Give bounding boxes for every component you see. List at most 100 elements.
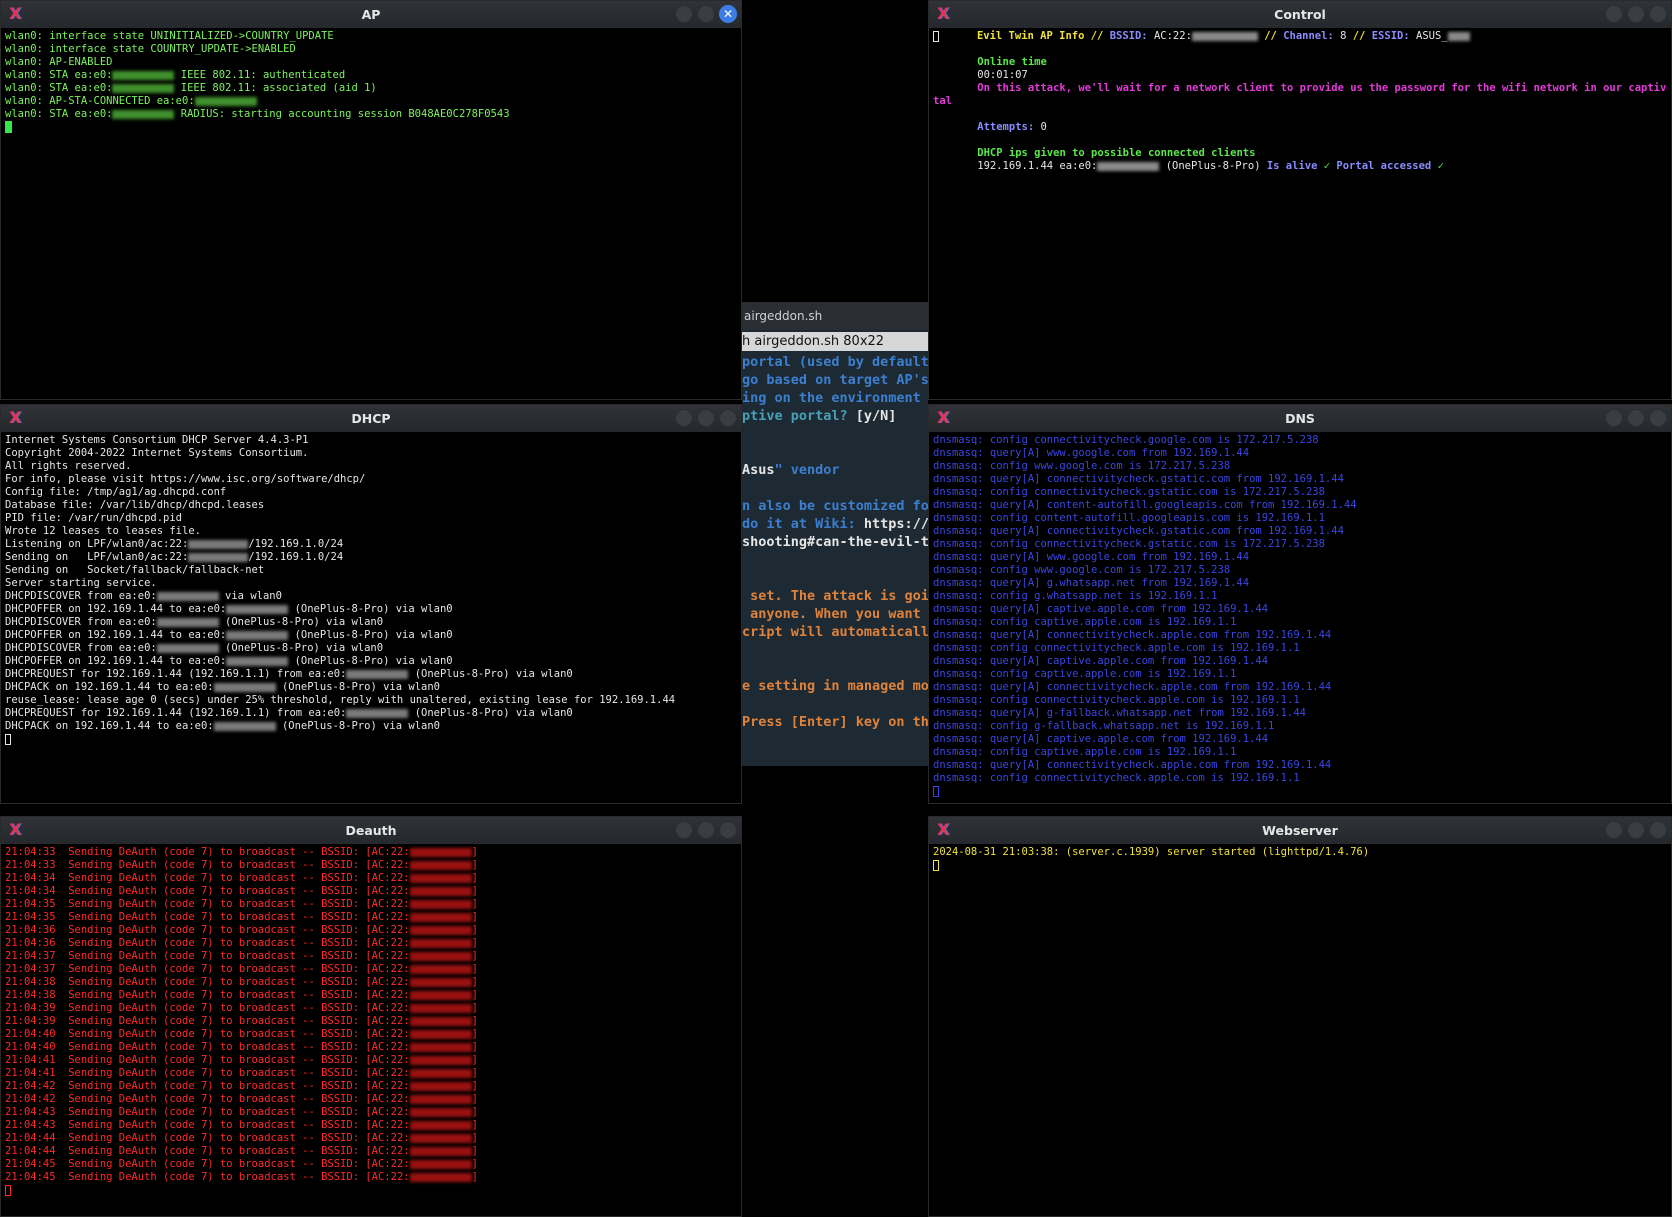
terminal-text: dnsmasq: query[A] connectivitycheck.gsta… xyxy=(933,525,1344,537)
deauth-message: Sending DeAuth (code 7) to broadcast -- … xyxy=(55,950,410,962)
dns-terminal-window[interactable]: X DNS dnsmasq: config connectivitycheck.… xyxy=(928,404,1672,804)
deauth-terminal-output: 21:04:33 Sending DeAuth (code 7) to broa… xyxy=(5,846,737,1214)
terminal-line: dnsmasq: config connectivitycheck.google… xyxy=(933,434,1667,447)
airgeddon-line: anyone. When you want t xyxy=(742,605,928,623)
redacted-mac xyxy=(112,70,175,80)
terminal-text: dnsmasq: config connectivitycheck.gstati… xyxy=(933,486,1325,498)
minimize-button[interactable] xyxy=(1605,5,1623,23)
deauth-message-end: ] xyxy=(471,1158,478,1170)
close-button[interactable] xyxy=(719,821,737,839)
minimize-button[interactable] xyxy=(675,821,693,839)
terminal-text: dnsmasq: config content-autofill.googlea… xyxy=(933,512,1325,524)
terminal-cursor xyxy=(5,733,11,745)
redacted-mac xyxy=(409,990,472,1000)
airgeddon-tab[interactable]: h airgeddon.sh 80x22 xyxy=(742,332,928,351)
control-titlebar[interactable]: X Control xyxy=(929,1,1671,28)
minimize-button[interactable] xyxy=(1605,821,1623,839)
airgeddon-line xyxy=(742,641,928,659)
deauth-message: Sending DeAuth (code 7) to broadcast -- … xyxy=(55,1067,410,1079)
redacted-mac xyxy=(112,83,175,93)
terminal-text: DHCPREQUEST for 192.169.1.44 (192.169.1.… xyxy=(5,668,347,680)
airgeddon-line: portal (used by default, xyxy=(742,353,928,371)
terminal-text: reuse_lease: lease age 0 (secs) under 25… xyxy=(5,694,676,706)
dhcp-titlebar[interactable]: X DHCP xyxy=(1,405,741,432)
dns-window-title: DNS xyxy=(1285,411,1315,426)
maximize-button[interactable] xyxy=(697,409,715,427)
maximize-button[interactable] xyxy=(1627,821,1645,839)
terminal-text: dnsmasq: query[A] captive.apple.com from… xyxy=(933,733,1269,745)
redacted-mac xyxy=(226,630,289,640)
close-button[interactable] xyxy=(719,409,737,427)
deauth-titlebar[interactable]: X Deauth xyxy=(1,817,741,844)
deauth-message-end: ] xyxy=(471,885,478,897)
airgeddon-text: cript will automatically xyxy=(742,624,928,640)
deauth-message: Sending DeAuth (code 7) to broadcast -- … xyxy=(55,1106,410,1118)
redacted-mac xyxy=(409,860,472,870)
redacted-mac xyxy=(346,669,409,679)
terminal-text: Evil Twin AP Info // xyxy=(976,30,1110,42)
deauth-timestamp: 21:04:45 xyxy=(5,1171,56,1183)
terminal-line: DHCPREQUEST for 192.169.1.44 (192.169.1.… xyxy=(5,668,737,681)
maximize-button[interactable] xyxy=(1627,409,1645,427)
terminal-text: DHCPDISCOVER from ea:e0: xyxy=(5,616,157,628)
close-button[interactable] xyxy=(1649,821,1667,839)
deauth-timestamp: 21:04:44 xyxy=(5,1145,56,1157)
minimize-button[interactable] xyxy=(1605,409,1623,427)
terminal-line: dnsmasq: query[A] connectivitycheck.appl… xyxy=(933,681,1667,694)
terminal-line: Evil Twin AP Info // BSSID: AC:22: // Ch… xyxy=(933,30,1667,43)
terminal-line: dnsmasq: config g.whatsapp.net is 192.16… xyxy=(933,590,1667,603)
terminal-line xyxy=(933,785,1667,798)
terminal-line: Copyright 2004-2022 Internet Systems Con… xyxy=(5,447,737,460)
ap-titlebar[interactable]: X AP ✕ xyxy=(1,1,741,28)
redacted-mac xyxy=(188,539,249,549)
dns-titlebar[interactable]: X DNS xyxy=(929,405,1671,432)
airgeddon-text: " vendor xyxy=(774,462,840,478)
deauth-message-end: ] xyxy=(471,937,478,949)
close-button[interactable] xyxy=(1649,5,1667,23)
terminal-text: BSSID: xyxy=(1109,30,1154,42)
airgeddon-text: ing on the environment a xyxy=(742,390,928,406)
deauth-line: 21:04:38 Sending DeAuth (code 7) to broa… xyxy=(5,976,737,989)
terminal-line: dnsmasq: query[A] connectivitycheck.appl… xyxy=(933,629,1667,642)
maximize-button[interactable] xyxy=(697,5,715,23)
redacted-mac xyxy=(1191,31,1258,41)
airgeddon-text: [y/N] xyxy=(855,408,897,424)
redacted-mac xyxy=(156,591,219,601)
control-terminal-window[interactable]: X Control Evil Twin AP Info // BSSID: AC… xyxy=(928,0,1672,400)
airgeddon-text: https://g xyxy=(863,516,928,532)
dhcp-terminal-window[interactable]: X DHCP Internet Systems Consortium DHCP … xyxy=(0,404,742,804)
deauth-terminal-window[interactable]: X Deauth 21:04:33 Sending DeAuth (code 7… xyxy=(0,816,742,1217)
terminal-text: Is alive xyxy=(1266,160,1324,172)
minimize-button[interactable] xyxy=(675,409,693,427)
webserver-terminal-window[interactable]: X Webserver 2024-08-31 21:03:38: (server… xyxy=(928,816,1672,1217)
terminal-cursor xyxy=(5,1184,11,1196)
terminal-line: dnsmasq: config connectivitycheck.apple.… xyxy=(933,642,1667,655)
terminal-line: wlan0: interface state UNINITIALIZED->CO… xyxy=(5,30,737,43)
deauth-timestamp: 21:04:44 xyxy=(5,1132,56,1144)
deauth-timestamp: 21:04:40 xyxy=(5,1028,56,1040)
webserver-titlebar[interactable]: X Webserver xyxy=(929,817,1671,844)
terminal-text: ✓ xyxy=(1323,160,1337,172)
deauth-message: Sending DeAuth (code 7) to broadcast -- … xyxy=(55,1002,410,1014)
ap-terminal-window[interactable]: X AP ✕ wlan0: interface state UNINITIALI… xyxy=(0,0,742,400)
terminal-line: dnsmasq: query[A] www.google.com from 19… xyxy=(933,551,1667,564)
redacted-mac xyxy=(409,1068,472,1078)
terminal-text: wlan0: interface state UNINITIALIZED->CO… xyxy=(5,30,334,42)
deauth-timestamp: 21:04:42 xyxy=(5,1080,56,1092)
terminal-text: DHCPOFFER on 192.169.1.44 to ea:e0: xyxy=(5,655,227,667)
control-terminal-output: Evil Twin AP Info // BSSID: AC:22: // Ch… xyxy=(933,30,1667,397)
terminal-text: For info, please visit https://www.isc.o… xyxy=(5,473,366,485)
terminal-line: dnsmasq: config content-autofill.googlea… xyxy=(933,512,1667,525)
terminal-line: DHCPOFFER on 192.169.1.44 to ea:e0: (One… xyxy=(5,603,737,616)
airgeddon-window[interactable]: airgeddon.sh h airgeddon.sh 80x22 portal… xyxy=(742,302,928,766)
terminal-text: Attempts: xyxy=(977,121,1041,133)
terminal-line: Server starting service. xyxy=(5,577,737,590)
maximize-button[interactable] xyxy=(1627,5,1645,23)
deauth-message-end: ] xyxy=(471,1067,478,1079)
minimize-button[interactable] xyxy=(675,5,693,23)
maximize-button[interactable] xyxy=(697,821,715,839)
close-button[interactable]: ✕ xyxy=(719,5,737,23)
close-button[interactable] xyxy=(1649,409,1667,427)
